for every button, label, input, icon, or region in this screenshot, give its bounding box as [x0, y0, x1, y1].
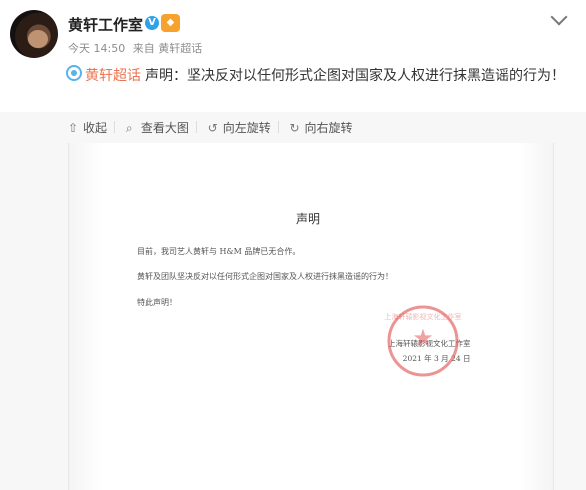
chevron-down-icon[interactable]: [550, 8, 568, 26]
author-name[interactable]: 黄轩工作室: [68, 14, 143, 35]
post-text: 声明：坚决反对以任何形式企图对国家及人权进行抹黑造谣的行为！: [145, 68, 565, 84]
post-body: 黄轩超话 声明：坚决反对以任何形式企图对国家及人权进行抹黑造谣的行为！: [66, 65, 566, 88]
author-avatar[interactable]: [10, 10, 58, 58]
view-large-button[interactable]: ⌕ 查看大图: [126, 119, 189, 136]
topic-link[interactable]: 黄轩超话: [85, 68, 141, 84]
collapse-button[interactable]: ⇧ 收起: [68, 119, 107, 136]
document-line: 目前，我司艺人黄轩与 H&M 品牌已无合作。: [137, 247, 301, 256]
toolbar-divider: [277, 121, 279, 133]
statement-image[interactable]: 声明 目前，我司艺人黄轩与 H&M 品牌已无合作。 黄轩及团队坚决反对以任何形式…: [68, 143, 554, 490]
verified-v-icon: V: [145, 16, 159, 30]
svg-text:★: ★: [412, 324, 434, 352]
topic-icon: [66, 65, 82, 81]
rotate-right-button[interactable]: ↻ 向右旋转: [290, 119, 353, 136]
document-line: 特此声明！: [137, 298, 177, 307]
post-source[interactable]: 来自 黄轩超话: [133, 42, 203, 55]
toolbar-divider: [195, 121, 197, 133]
red-seal-icon: 上海轩辕影视文化工作室 ★: [385, 305, 462, 377]
svg-text:上海轩辕影视文化工作室: 上海轩辕影视文化工作室: [385, 312, 462, 321]
vip-badge-icon: ◆: [161, 14, 180, 32]
collapse-icon: ⇧: [68, 121, 79, 135]
document-line: 黄轩及团队坚决反对以任何形式企图对国家及人权进行抹黑造谣的行为！: [137, 272, 393, 281]
rotate-right-icon: ↻: [289, 121, 300, 135]
statement-document: 声明 目前，我司艺人黄轩与 H&M 品牌已无合作。 黄轩及团队坚决反对以任何形式…: [69, 143, 553, 490]
rotate-left-icon: ↺: [207, 121, 218, 135]
image-toolbar: ⇧ 收起 ⌕ 查看大图 ↺ 向左旋转 ↻ 向右旋转: [68, 119, 360, 136]
post-time: 今天 14:50: [68, 42, 126, 55]
rotate-left-button[interactable]: ↺ 向左旋转: [208, 119, 271, 136]
search-icon: ⌕: [125, 121, 133, 135]
toolbar-divider: [114, 121, 116, 133]
post-meta: 今天 14:50 来自 黄轩超话: [68, 40, 206, 56]
document-title: 声明: [296, 212, 321, 226]
weibo-post-header: 黄轩工作室 V ◆ 今天 14:50 来自 黄轩超话 黄轩超话 声明：坚决反对以任…: [0, 0, 586, 112]
